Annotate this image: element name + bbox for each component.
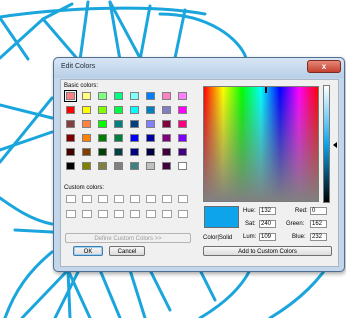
cancel-button[interactable]: Cancel (109, 246, 145, 256)
basic-color-swatch[interactable] (130, 134, 139, 142)
basic-color-swatch[interactable] (114, 92, 123, 100)
dialog-title: Edit Colors (61, 63, 96, 70)
custom-color-swatch[interactable] (162, 195, 172, 203)
basic-color-swatch[interactable] (66, 162, 75, 170)
add-to-custom-colors-button[interactable]: Add to Custom Colors (203, 246, 332, 256)
blue-field[interactable]: 232 (310, 233, 327, 241)
custom-color-swatch[interactable] (66, 210, 76, 218)
basic-color-swatch[interactable] (82, 106, 91, 114)
basic-color-swatch[interactable] (130, 92, 139, 100)
basic-color-swatch[interactable] (98, 162, 107, 170)
basic-color-swatch[interactable] (66, 148, 75, 156)
basic-color-swatch[interactable] (130, 106, 139, 114)
basic-color-swatch[interactable] (178, 120, 187, 128)
lum-label: Lum: (243, 234, 257, 240)
basic-color-swatch[interactable] (114, 134, 123, 142)
edit-colors-dialog: Edit Colors x Basic colors: Custom color… (53, 57, 345, 272)
basic-color-swatch[interactable] (98, 92, 107, 100)
basic-color-swatch[interactable] (66, 134, 75, 142)
basic-color-swatch[interactable] (162, 120, 171, 128)
blue-label: Blue: (292, 234, 306, 240)
custom-colors-label: Custom colors: (64, 185, 105, 191)
basic-color-swatch[interactable] (178, 92, 187, 100)
custom-color-swatch[interactable] (130, 210, 140, 218)
custom-color-swatch[interactable] (178, 210, 188, 218)
green-label: Green: (286, 221, 305, 227)
luminosity-slider[interactable] (323, 85, 330, 203)
custom-color-swatch[interactable] (114, 195, 124, 203)
custom-color-swatch[interactable] (82, 195, 92, 203)
basic-color-swatch[interactable] (114, 148, 123, 156)
basic-color-swatch[interactable] (178, 148, 187, 156)
basic-color-swatch[interactable] (146, 148, 155, 156)
basic-color-swatch[interactable] (82, 92, 91, 100)
color-solid-preview (204, 206, 239, 228)
basic-color-swatch[interactable] (146, 92, 155, 100)
custom-color-swatch[interactable] (146, 210, 156, 218)
custom-color-swatch[interactable] (146, 195, 156, 203)
basic-color-swatch[interactable] (162, 148, 171, 156)
custom-color-swatch[interactable] (98, 195, 108, 203)
basic-color-swatch[interactable] (162, 134, 171, 142)
custom-color-swatch[interactable] (114, 210, 124, 218)
basic-color-swatch[interactable] (162, 92, 171, 100)
basic-colors-label: Basic colors: (64, 83, 99, 89)
basic-color-swatch[interactable] (178, 134, 187, 142)
basic-color-swatch[interactable] (98, 148, 107, 156)
basic-color-swatch[interactable] (66, 120, 75, 128)
basic-color-swatch[interactable] (178, 162, 187, 170)
define-custom-colors-button[interactable]: Define Custom Colors >> (65, 233, 191, 243)
basic-color-swatch[interactable] (130, 148, 139, 156)
lum-field[interactable]: 109 (259, 233, 276, 241)
basic-color-swatch[interactable] (64, 90, 77, 102)
close-button[interactable]: x (307, 60, 341, 73)
close-icon: x (321, 62, 327, 71)
basic-color-swatch[interactable] (146, 120, 155, 128)
basic-color-swatch[interactable] (114, 162, 123, 170)
green-field[interactable]: 162 (310, 220, 327, 228)
red-field[interactable]: 0 (310, 207, 327, 215)
basic-color-swatch[interactable] (130, 120, 139, 128)
basic-color-swatch[interactable] (98, 120, 107, 128)
sat-field[interactable]: 240 (259, 220, 276, 228)
basic-color-swatch[interactable] (130, 162, 139, 170)
basic-color-swatch[interactable] (162, 106, 171, 114)
spectrum-crosshair-icon (265, 87, 267, 93)
dialog-body: Basic colors: Custom colors: Define Cust… (60, 79, 339, 267)
basic-color-swatch[interactable] (146, 134, 155, 142)
basic-color-swatch[interactable] (82, 148, 91, 156)
luminosity-arrow-icon[interactable] (333, 142, 337, 148)
red-label: Red: (295, 208, 308, 214)
custom-color-swatch[interactable] (130, 195, 140, 203)
color-spectrum[interactable] (203, 86, 319, 202)
basic-color-swatch[interactable] (146, 162, 155, 170)
basic-color-swatch[interactable] (178, 106, 187, 114)
sat-label: Sat: (245, 221, 256, 227)
dialog-titlebar: Edit Colors x (54, 58, 344, 78)
basic-color-swatch[interactable] (162, 162, 171, 170)
custom-color-swatch[interactable] (82, 210, 92, 218)
basic-color-swatch[interactable] (98, 106, 107, 114)
basic-color-swatch[interactable] (98, 134, 107, 142)
custom-color-swatch[interactable] (98, 210, 108, 218)
basic-color-swatch[interactable] (146, 106, 155, 114)
basic-color-swatch[interactable] (114, 106, 123, 114)
basic-color-swatch[interactable] (66, 106, 75, 114)
custom-color-swatch[interactable] (66, 195, 76, 203)
basic-color-swatch[interactable] (82, 120, 91, 128)
hue-field[interactable]: 132 (259, 207, 276, 215)
custom-color-swatch[interactable] (178, 195, 188, 203)
color-solid-label: Color|Solid (203, 235, 233, 241)
basic-color-swatch[interactable] (82, 162, 91, 170)
hue-label: Hue: (243, 208, 256, 214)
basic-color-swatch[interactable] (114, 120, 123, 128)
custom-color-swatch[interactable] (162, 210, 172, 218)
basic-color-swatch[interactable] (82, 134, 91, 142)
ok-button[interactable]: OK (73, 246, 103, 256)
